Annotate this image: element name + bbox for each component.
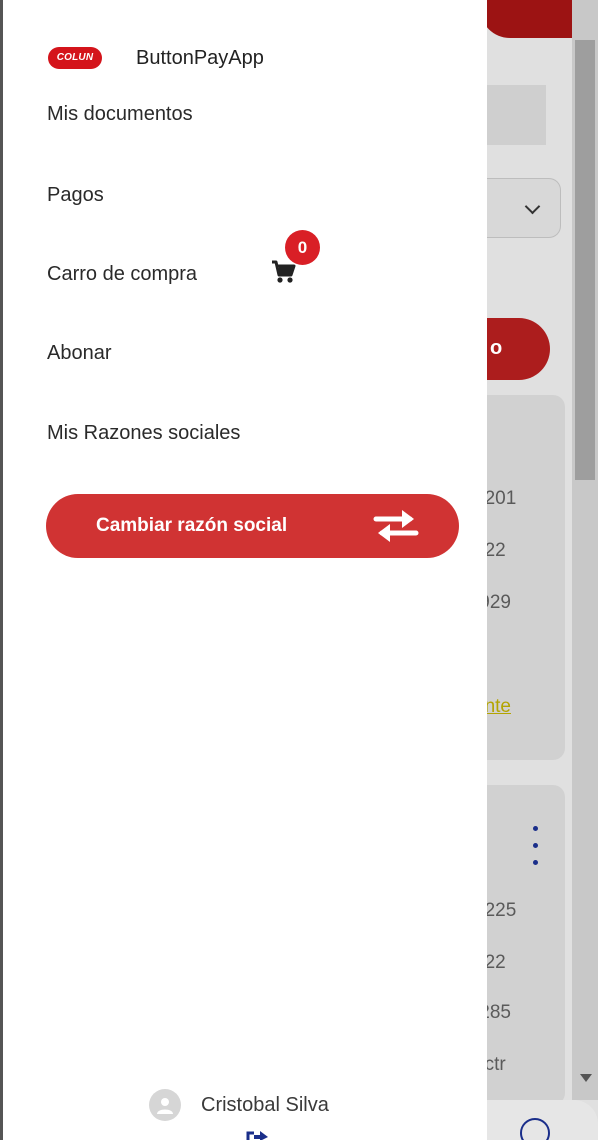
search-button[interactable]: o (480, 318, 550, 380)
user-avatar-icon (149, 1089, 181, 1121)
user-profile[interactable]: Cristobal Silva (149, 1088, 329, 1122)
scrollbar-thumb[interactable] (575, 40, 595, 480)
kebab-icon[interactable] (533, 826, 539, 870)
swap-arrows-icon (372, 506, 420, 551)
app-title: ButtonPayApp (136, 46, 264, 69)
cambiar-razon-social-button[interactable]: Cambiar razón social (46, 494, 459, 558)
search-input[interactable] (480, 85, 546, 145)
user-name: Cristobal Silva (201, 1093, 329, 1116)
logout-icon[interactable] (246, 1128, 270, 1140)
side-drawer: COLUN ButtonPayApp Mis documentos Pagos … (0, 0, 487, 1140)
menu-item-pagos[interactable]: Pagos (47, 184, 104, 207)
menu-item-abonar[interactable]: Abonar (47, 342, 112, 365)
chevron-down-icon (524, 198, 541, 215)
menu-item-carro-de-compra[interactable]: Carro de compra (47, 263, 197, 286)
circle-icon[interactable] (520, 1118, 550, 1140)
drawer-header: COLUN ButtonPayApp (48, 40, 264, 76)
filter-select[interactable] (480, 178, 561, 238)
search-button-label: o (490, 337, 503, 359)
menu-item-mis-razones-sociales[interactable]: Mis Razones sociales (47, 422, 240, 445)
menu-item-mis-documentos[interactable]: Mis documentos (47, 103, 193, 126)
colun-logo: COLUN (48, 47, 102, 69)
scroll-down-arrow-icon[interactable] (580, 1074, 592, 1082)
cambiar-razon-social-label: Cambiar razón social (96, 515, 288, 536)
cart-count-badge: 0 (285, 230, 320, 265)
app-screen: o 2201 022 .929 ente 5225 022 .285 ectr … (0, 0, 598, 1140)
